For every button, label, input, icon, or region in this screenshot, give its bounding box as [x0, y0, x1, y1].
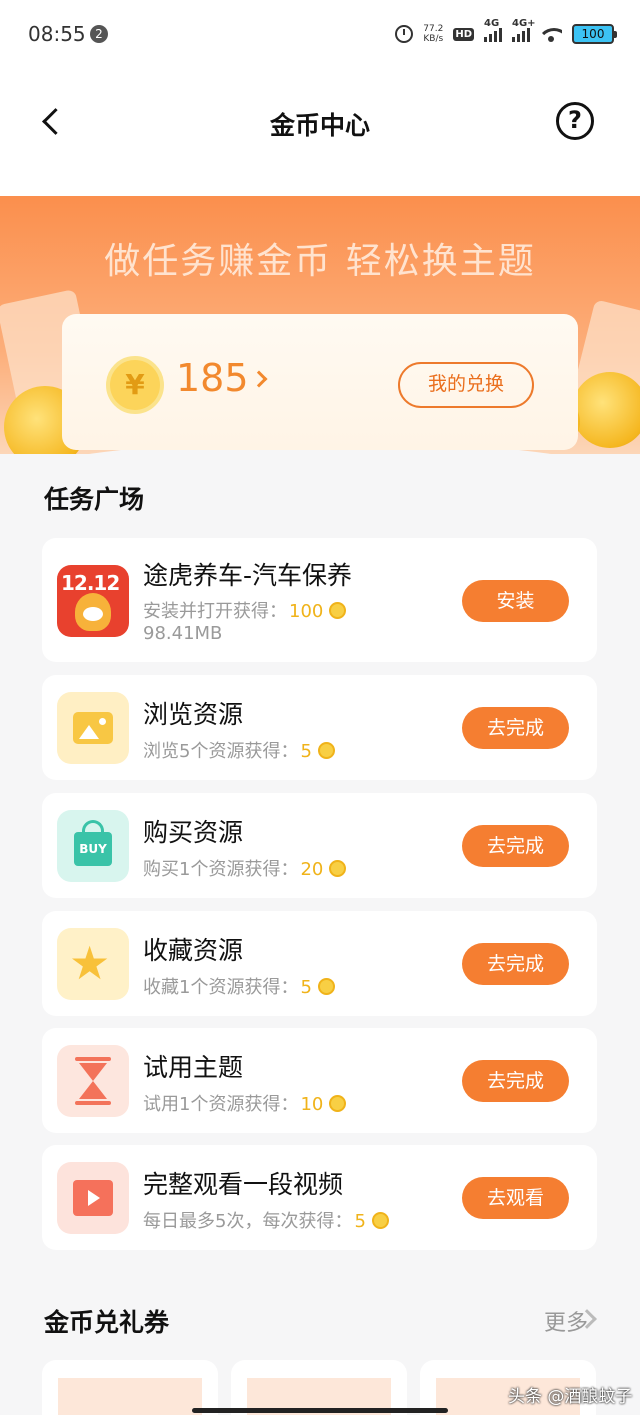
star-icon: ★: [57, 928, 129, 1000]
task-card-purchase[interactable]: BUY 购买资源 购买1个资源获得： 20 去完成: [42, 793, 597, 898]
status-icons: 77.2 KB/s HD 4G 4G+ 100: [395, 18, 617, 48]
star-glyph: ★: [69, 936, 111, 990]
complete-button[interactable]: 去完成: [462, 707, 569, 749]
task-name: 购买资源: [143, 818, 244, 847]
task-reward: 收藏1个资源获得： 5: [143, 973, 335, 999]
task-name: 完整观看一段视频: [143, 1170, 344, 1199]
coin-icon: [329, 860, 347, 877]
banner-title: 做任务赚金币 轻松换主题: [104, 241, 536, 282]
coin-icon: [329, 1095, 347, 1112]
decor-coin-icon: [572, 372, 640, 448]
task-reward: 购买1个资源获得： 20: [143, 855, 347, 881]
network-speed-unit: KB/s: [423, 34, 444, 44]
task-card-video[interactable]: 完整观看一段视频 每日最多5次，每次获得： 5 去观看: [42, 1145, 597, 1250]
task-card-favorite[interactable]: ★ 收藏资源 收藏1个资源获得： 5 去完成: [42, 911, 597, 1016]
coin-icon: [371, 1212, 389, 1229]
video-icon: [57, 1162, 129, 1234]
image-icon: [57, 692, 129, 764]
coin-balance[interactable]: 185: [176, 356, 268, 400]
app-size: 98.41MB: [143, 623, 223, 644]
coin-icon: [329, 602, 347, 619]
coin-icon: [317, 978, 335, 995]
task-name: 途虎养车-汽车保养: [143, 561, 353, 590]
voucher-card[interactable]: [42, 1360, 218, 1415]
wifi-icon: [540, 26, 562, 42]
title-bar: 金币中心 ?: [0, 68, 640, 196]
hd-volte-icon: HD: [453, 27, 474, 41]
task-reward: 试用1个资源获得： 10: [143, 1090, 347, 1116]
complete-button[interactable]: 去完成: [462, 825, 569, 867]
sim1-label: 4G: [484, 18, 500, 29]
yuan-coin-icon: ¥: [106, 356, 164, 414]
status-time: 08:55: [28, 22, 86, 46]
tuhu-app-icon: 12.12: [57, 565, 129, 637]
task-name: 浏览资源: [143, 700, 244, 729]
complete-button[interactable]: 去完成: [462, 943, 569, 985]
tiger-mascot-icon: [75, 593, 111, 631]
task-desc: 每日最多5次，每次获得：: [143, 1211, 353, 1232]
task-reward: 每日最多5次，每次获得： 5: [143, 1207, 389, 1233]
task-card-browse[interactable]: 浏览资源 浏览5个资源获得： 5 去完成: [42, 675, 597, 780]
page-title: 金币中心: [269, 111, 370, 140]
task-desc: 购买1个资源获得：: [143, 859, 299, 880]
coin-balance-value: 185: [176, 356, 249, 400]
task-points: 5: [300, 977, 312, 998]
task-points: 5: [354, 1211, 366, 1232]
status-bar: 08:55 2 77.2 KB/s HD 4G 4G+ 100: [0, 0, 640, 68]
network-speed-value: 77.2: [423, 24, 444, 34]
home-indicator[interactable]: [192, 1408, 448, 1413]
buy-label: BUY: [74, 832, 112, 866]
app-icon-text: 12.12: [61, 571, 120, 595]
chevron-right-icon: [250, 370, 268, 388]
alarm-icon: [395, 25, 414, 43]
tasks-section-title: 任务广场: [44, 485, 145, 514]
shopping-bag-icon: BUY: [57, 810, 129, 882]
task-card-trial[interactable]: 试用主题 试用1个资源获得： 10 去完成: [42, 1028, 597, 1133]
hourglass-glyph: [79, 1059, 107, 1103]
video-play-glyph: [73, 1180, 113, 1216]
task-points: 10: [300, 1094, 324, 1115]
my-exchange-button[interactable]: 我的兑换: [398, 362, 534, 408]
watch-button[interactable]: 去观看: [462, 1177, 569, 1219]
vouchers-section-title: 金币兑礼券: [44, 1308, 170, 1337]
signal-sim2-icon: 4G+: [512, 18, 536, 42]
task-desc: 安装并打开获得：: [143, 601, 287, 622]
network-speed: 77.2 KB/s: [423, 24, 443, 44]
coin-icon: [317, 742, 335, 759]
notification-count-badge: 2: [90, 25, 108, 43]
task-points: 100: [289, 601, 324, 622]
sim2-label: 4G+: [512, 18, 536, 29]
task-points: 5: [300, 741, 312, 762]
task-desc: 浏览5个资源获得：: [143, 741, 299, 762]
complete-button[interactable]: 去完成: [462, 1060, 569, 1102]
coin-balance-card: ¥ 185 我的兑换: [62, 314, 578, 450]
task-reward: 浏览5个资源获得： 5: [143, 737, 335, 763]
install-button[interactable]: 安装: [462, 580, 569, 622]
task-name: 试用主题: [143, 1053, 244, 1082]
watermark: 头条 @酒酿蚊子: [508, 1387, 633, 1407]
task-points: 20: [300, 859, 324, 880]
task-reward: 安装并打开获得： 100: [143, 597, 347, 623]
voucher-card[interactable]: [231, 1360, 407, 1415]
hourglass-bottom: [75, 1101, 111, 1105]
hourglass-icon: [57, 1045, 129, 1117]
task-desc: 试用1个资源获得：: [143, 1094, 299, 1115]
voucher-image: [58, 1378, 202, 1415]
picture-glyph: [73, 712, 113, 744]
help-button[interactable]: ?: [556, 102, 594, 140]
task-card-tuhu[interactable]: 12.12 途虎养车-汽车保养 安装并打开获得： 100 98.41MB 安装: [42, 538, 597, 662]
task-name: 收藏资源: [143, 936, 244, 965]
signal-sim1-icon: 4G: [484, 18, 502, 42]
task-desc: 收藏1个资源获得：: [143, 977, 299, 998]
battery-icon: 100: [572, 24, 617, 44]
